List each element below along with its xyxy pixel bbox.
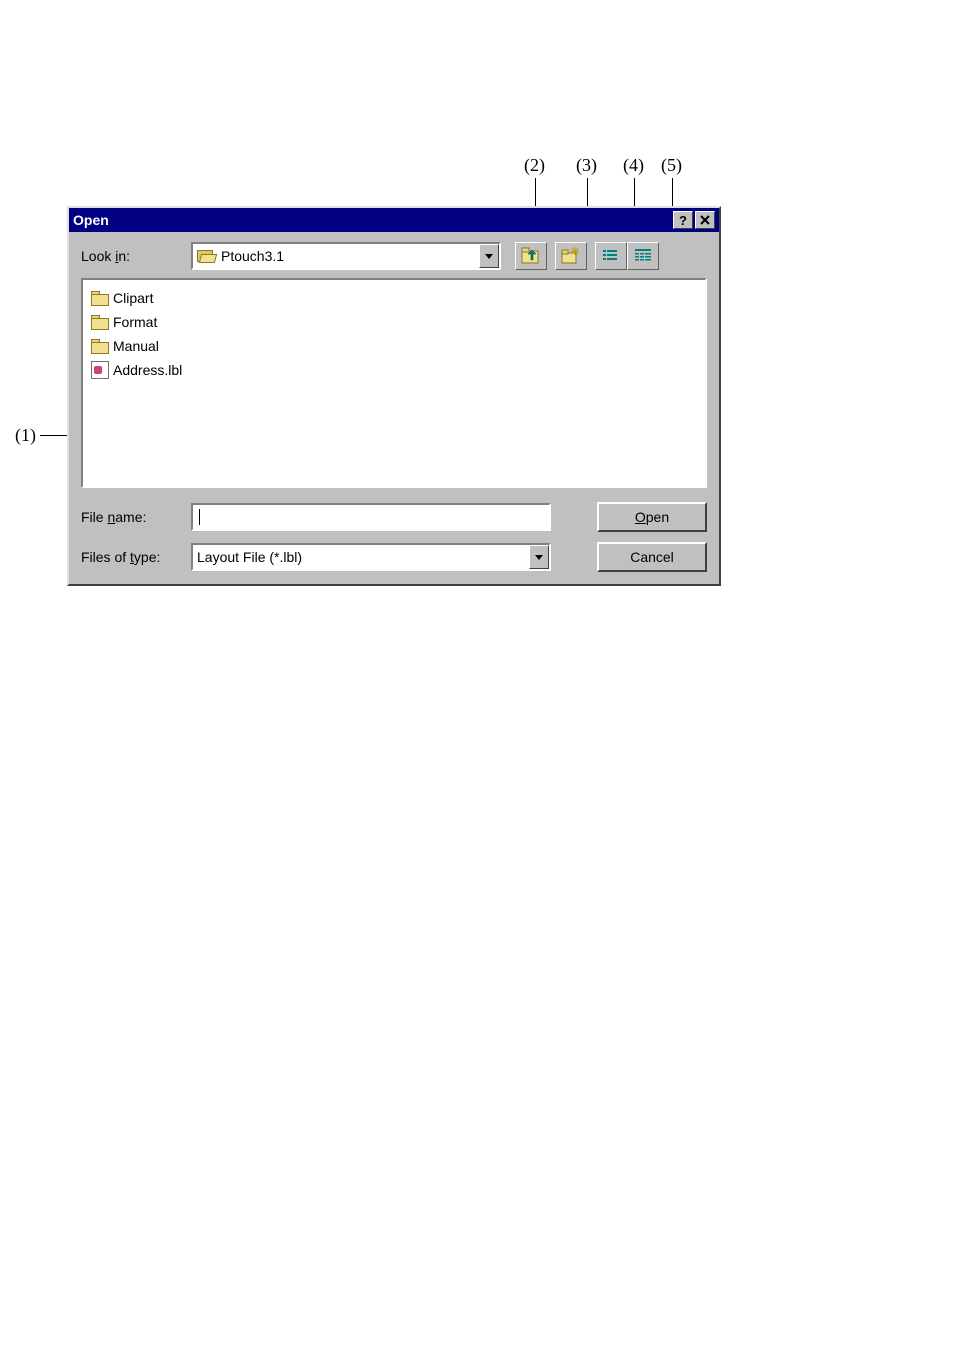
callout-4: (4) (623, 155, 644, 176)
cancel-button[interactable]: Cancel (597, 542, 707, 572)
details-view-button[interactable] (627, 242, 659, 270)
lookin-label: Look in: (81, 248, 191, 264)
chevron-down-icon[interactable] (529, 545, 549, 569)
lookin-value: Ptouch3.1 (221, 248, 284, 264)
close-button[interactable] (695, 211, 715, 229)
filetype-value: Layout File (*.lbl) (197, 549, 302, 565)
folder-icon (91, 339, 109, 353)
callout-1: (1) (15, 425, 36, 446)
open-folder-icon (197, 248, 217, 264)
help-button[interactable]: ? (673, 211, 693, 229)
chevron-down-icon[interactable] (479, 244, 499, 268)
filename-label: File name: (81, 509, 191, 525)
folder-icon (91, 291, 109, 305)
new-folder-button[interactable] (555, 242, 587, 270)
list-item[interactable]: Address.lbl (91, 358, 697, 382)
titlebar-title: Open (73, 212, 671, 228)
callout-2: (2) (524, 155, 545, 176)
filetype-combo[interactable]: Layout File (*.lbl) (191, 543, 551, 571)
file-list[interactable]: Clipart Format Manual Address.lbl (81, 278, 707, 488)
file-icon (91, 361, 109, 379)
open-dialog: Open ? Look in: Ptouch3.1 (67, 206, 721, 586)
up-one-level-button[interactable] (515, 242, 547, 270)
lookin-combo[interactable]: Ptouch3.1 (191, 242, 501, 270)
callout-3: (3) (576, 155, 597, 176)
filename-input[interactable] (191, 503, 551, 531)
filetype-label: Files of type: (81, 549, 191, 565)
list-item[interactable]: Format (91, 310, 697, 334)
titlebar[interactable]: Open ? (69, 208, 719, 232)
callout-5: (5) (661, 155, 682, 176)
list-item[interactable]: Manual (91, 334, 697, 358)
list-view-button[interactable] (595, 242, 627, 270)
list-item[interactable]: Clipart (91, 286, 697, 310)
open-button[interactable]: Open (597, 502, 707, 532)
folder-icon (91, 315, 109, 329)
